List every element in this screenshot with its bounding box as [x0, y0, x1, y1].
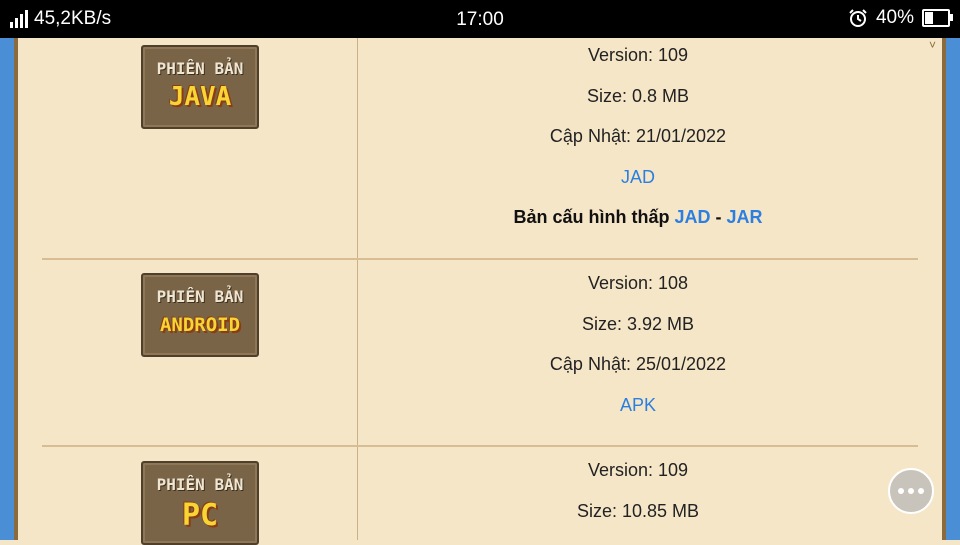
version-text: Version: 109 [587, 45, 689, 65]
apk-download-link[interactable]: APK [620, 395, 656, 415]
badge-platform: JAVA [168, 82, 232, 112]
java-version-badge[interactable]: PHIÊN BẢN JAVA [141, 45, 259, 129]
version-text: Version: 108 [587, 273, 689, 293]
more-options-button[interactable] [888, 468, 934, 514]
page-frame-left [0, 38, 18, 540]
low-config-row: Bản cấu hình thấp JAD - JAR [358, 197, 918, 238]
pc-version-info: Version: 109 Size: 10.85 MB [358, 450, 918, 531]
low-config-jar-link[interactable]: JAR [727, 207, 763, 227]
low-config-separator: - [715, 207, 722, 227]
dot-icon [908, 488, 914, 494]
size-text: Size: 0.8 MB [586, 85, 690, 106]
java-version-info: Version: 109 Size: 0.8 MB Cập Nhật: 21/0… [358, 35, 918, 238]
dot-icon [918, 488, 924, 494]
badge-platform: PC [181, 498, 219, 533]
battery-percent: 40% [875, 7, 914, 28]
size-text: Size: 3.92 MB [581, 313, 695, 334]
status-right: 40% [848, 7, 953, 29]
badge-caption: PHIÊN BẢN [156, 475, 244, 494]
page-frame-right [942, 38, 960, 540]
updated-text: Cập Nhật: 25/01/2022 [549, 354, 727, 374]
alarm-icon [849, 9, 867, 27]
battery-fill [925, 12, 933, 24]
android-version-info: Version: 108 Size: 3.92 MB Cập Nhật: 25/… [358, 263, 918, 425]
badge-platform: ANDROID [159, 314, 241, 336]
version-text: Version: 109 [587, 460, 689, 480]
low-config-label: Bản cấu hình thấp [513, 207, 670, 227]
jad-download-link[interactable]: JAD [621, 167, 655, 187]
download-table: PHIÊN BẢN JAVA Version: 109 Size: 0.8 MB… [42, 35, 918, 545]
row-divider [42, 258, 918, 260]
clock: 17:00 [456, 9, 504, 30]
updated-text: Cập Nhật: 21/01/2022 [549, 126, 727, 146]
size-text: Size: 10.85 MB [576, 500, 700, 521]
pc-version-badge[interactable]: PHIÊN BẢN PC [141, 461, 259, 545]
badge-caption: PHIÊN BẢN [156, 59, 244, 78]
battery-icon [922, 9, 953, 27]
row-divider [42, 445, 918, 447]
scroll-indicator: ˅ [929, 38, 937, 52]
dot-icon [898, 488, 904, 494]
badge-caption: PHIÊN BẢN [156, 287, 244, 306]
low-config-jad-link[interactable]: JAD [674, 207, 710, 227]
status-bar: 45,2KB/s 17:00 40% [0, 0, 960, 38]
android-version-badge[interactable]: PHIÊN BẢN ANDROID [141, 273, 259, 357]
